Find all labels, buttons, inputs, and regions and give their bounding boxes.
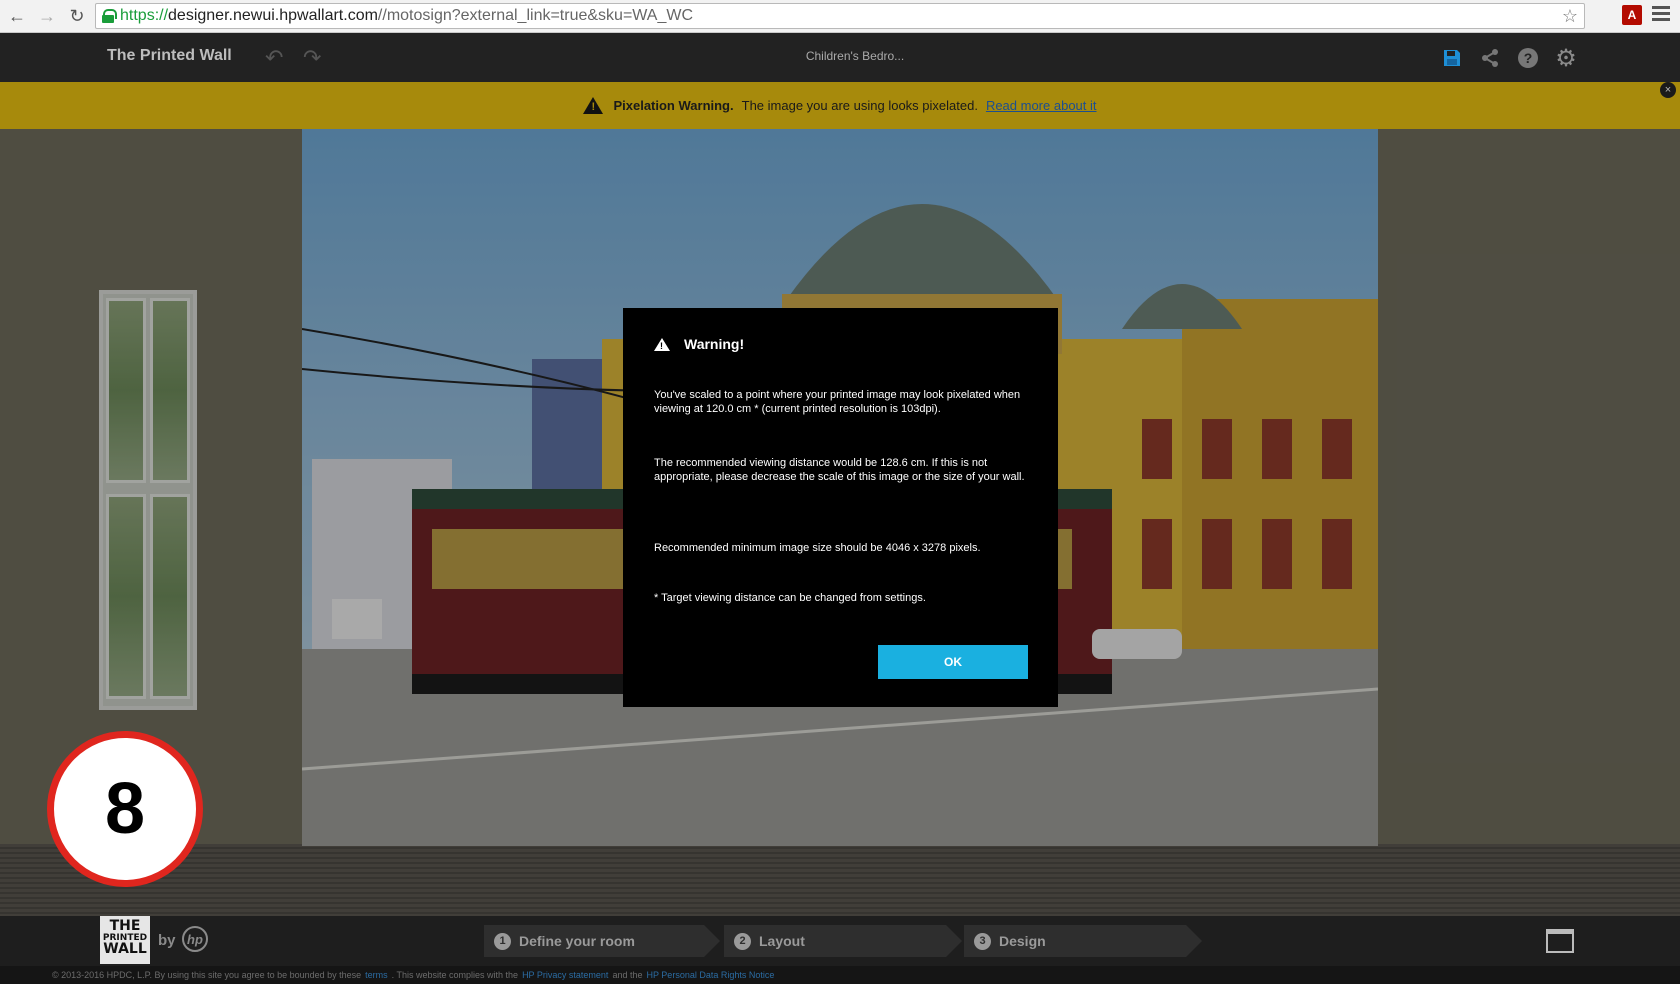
url-host: designer.newui.hpwallart.com <box>168 7 378 24</box>
dialog-paragraph-3: Recommended minimum image size should be… <box>654 542 981 554</box>
lock-icon <box>102 9 117 23</box>
by-label: by <box>158 932 176 949</box>
legal-text-3: and the <box>612 970 643 980</box>
browser-toolbar: ← → ↻ https://designer.newui.hpwallart.c… <box>0 0 1680 33</box>
privacy-statement-link[interactable]: HP Privacy statement <box>522 970 608 980</box>
address-bar[interactable]: https://designer.newui.hpwallart.com//mo… <box>95 3 1585 29</box>
step-design[interactable]: 3 Design <box>964 925 1202 957</box>
legal-text-1: © 2013-2016 HPDC, L.P. By using this sit… <box>52 970 362 980</box>
warning-dialog: Warning! You've scaled to a point where … <box>623 308 1058 707</box>
step-label: Layout <box>759 933 805 949</box>
pixelation-warning-title: Pixelation Warning. <box>613 98 734 113</box>
dialog-title-text: Warning! <box>684 336 745 352</box>
terms-link[interactable]: terms <box>365 970 388 980</box>
logo-line-3: WALL <box>103 941 147 957</box>
undo-icon[interactable]: ↶ <box>265 45 283 71</box>
back-icon[interactable]: ← <box>4 3 30 29</box>
legal-footer: © 2013-2016 HPDC, L.P. By using this sit… <box>0 966 1680 984</box>
document-title[interactable]: Children's Bedro... <box>760 49 950 63</box>
warning-triangle-icon <box>583 97 604 114</box>
bookmark-star-icon[interactable]: ☆ <box>1562 6 1578 27</box>
forward-icon[interactable]: → <box>34 3 60 29</box>
legal-text-2: . This website complies with the <box>391 970 519 980</box>
redo-icon[interactable]: ↷ <box>303 45 321 71</box>
step-number: 2 <box>734 932 751 950</box>
browser-menu-icon[interactable] <box>1652 6 1670 24</box>
close-warning-icon[interactable]: × <box>1660 82 1676 98</box>
ok-button[interactable]: OK <box>878 645 1028 679</box>
save-icon[interactable] <box>1440 46 1464 70</box>
hp-logo: hp <box>182 926 208 952</box>
personal-data-notice-link[interactable]: HP Personal Data Rights Notice <box>646 970 774 980</box>
pdf-extension-icon[interactable]: A <box>1622 5 1642 25</box>
url-path: //motosign?external_link=true&sku=WA_WC <box>377 7 694 24</box>
app-brand[interactable]: The Printed Wall <box>107 47 232 65</box>
fullscreen-icon[interactable] <box>1546 929 1574 953</box>
step-number: 3 <box>974 932 991 950</box>
dialog-paragraph-4: * Target viewing distance can be changed… <box>654 592 926 604</box>
url-scheme: https:// <box>120 7 169 24</box>
settings-gear-icon[interactable]: ⚙ <box>1554 45 1578 72</box>
logo-line-1: THE <box>109 918 141 934</box>
app-footer: THE PRINTED WALL by hp 1 Define your roo… <box>0 916 1680 966</box>
step-define-room[interactable]: 1 Define your room <box>484 925 720 957</box>
step-number-badge: 8 <box>47 731 203 887</box>
dialog-paragraph-1: You've scaled to a point where your prin… <box>654 389 1021 415</box>
app-header: The Printed Wall ↶ ↷ Children's Bedro...… <box>0 33 1680 82</box>
read-more-link[interactable]: Read more about it <box>986 98 1097 113</box>
step-label: Design <box>999 933 1046 949</box>
warning-triangle-icon <box>654 337 670 351</box>
help-icon[interactable]: ? <box>1516 46 1540 70</box>
share-icon[interactable] <box>1478 46 1502 70</box>
dialog-paragraph-2: The recommended viewing distance would b… <box>654 457 1025 483</box>
pixelation-warning-message: The image you are using looks pixelated. <box>741 98 978 113</box>
step-number: 1 <box>494 932 511 950</box>
dialog-title: Warning! <box>654 336 744 352</box>
step-layout[interactable]: 2 Layout <box>724 925 962 957</box>
printed-wall-logo: THE PRINTED WALL <box>100 916 150 964</box>
step-label: Define your room <box>519 933 635 949</box>
pixelation-warning-bar: Pixelation Warning. The image you are us… <box>0 82 1680 129</box>
reload-icon[interactable]: ↻ <box>64 3 90 29</box>
